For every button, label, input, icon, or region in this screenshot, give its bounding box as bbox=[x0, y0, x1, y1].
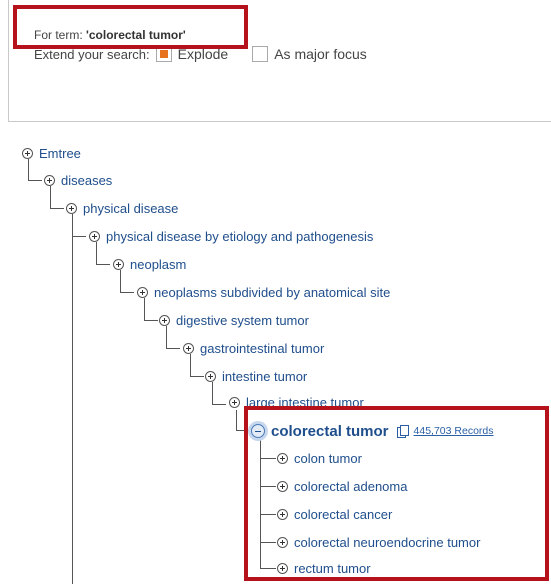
tree-node-label[interactable]: large intestine tumor bbox=[246, 395, 364, 410]
tree-child-node[interactable]: colorectal adenoma bbox=[277, 477, 407, 495]
extend-search-row: Extend your search: Explode As major foc… bbox=[34, 46, 385, 62]
major-focus-checkbox[interactable] bbox=[252, 46, 269, 62]
tree-node-label[interactable]: digestive system tumor bbox=[176, 313, 309, 328]
tree-node-label[interactable]: intestine tumor bbox=[222, 369, 307, 384]
tree-node-label[interactable]: colorectal adenoma bbox=[294, 479, 407, 494]
tree-node-label[interactable]: neoplasms subdivided by anatomical site bbox=[154, 285, 390, 300]
current-term-label[interactable]: colorectal tumor bbox=[271, 423, 389, 440]
plus-circle-icon[interactable] bbox=[66, 202, 77, 214]
tree-node-large-intestine-tumor[interactable]: large intestine tumor bbox=[229, 393, 364, 411]
term-prefix: For term: bbox=[34, 28, 87, 42]
explode-checkbox[interactable] bbox=[155, 46, 172, 62]
tree-node-label[interactable]: Emtree bbox=[39, 146, 81, 161]
major-focus-label[interactable]: As major focus bbox=[274, 46, 367, 62]
tree-node-label[interactable]: neoplasm bbox=[130, 257, 186, 272]
minus-circle-icon[interactable] bbox=[251, 424, 265, 438]
plus-circle-icon[interactable] bbox=[137, 286, 148, 298]
extend-search-label: Extend your search: bbox=[34, 46, 150, 62]
tree-node-label[interactable]: colorectal neuroendocrine tumor bbox=[294, 535, 480, 550]
tree-child-node[interactable]: colon tumor bbox=[277, 449, 362, 467]
plus-circle-icon[interactable] bbox=[205, 370, 216, 382]
tree-node-label[interactable]: rectum tumor bbox=[294, 561, 371, 576]
tree-node-emtree[interactable]: Emtree bbox=[22, 144, 81, 162]
search-options-panel: For term: 'colorectal tumor' Extend your… bbox=[8, 0, 551, 122]
plus-circle-icon[interactable] bbox=[277, 562, 288, 574]
tree-node-label[interactable]: diseases bbox=[61, 173, 112, 188]
tree-node-intestine-tumor[interactable]: intestine tumor bbox=[205, 367, 307, 385]
tree-node-label[interactable]: gastrointestinal tumor bbox=[200, 341, 324, 356]
tree-child-node[interactable]: colorectal neuroendocrine tumor bbox=[277, 533, 480, 551]
tree-node-neoplasm[interactable]: neoplasm bbox=[113, 255, 186, 273]
tree-node-gastrointestinal-tumor[interactable]: gastrointestinal tumor bbox=[183, 339, 324, 357]
tree-node-physical-disease[interactable]: physical disease bbox=[66, 199, 178, 217]
copy-icon[interactable] bbox=[396, 425, 409, 438]
tree-node-physical-disease-etiology[interactable]: physical disease by etiology and pathoge… bbox=[89, 227, 373, 245]
tree-node-digestive-system-tumor[interactable]: digestive system tumor bbox=[159, 311, 309, 329]
plus-circle-icon[interactable] bbox=[113, 258, 124, 270]
plus-circle-icon[interactable] bbox=[229, 396, 240, 408]
plus-circle-icon[interactable] bbox=[277, 536, 288, 548]
plus-circle-icon[interactable] bbox=[277, 480, 288, 492]
plus-circle-icon[interactable] bbox=[22, 147, 33, 159]
tree-node-label[interactable]: physical disease bbox=[83, 201, 178, 216]
plus-circle-icon[interactable] bbox=[44, 174, 55, 186]
explode-label[interactable]: Explode bbox=[178, 46, 229, 62]
tree-node-diseases[interactable]: diseases bbox=[44, 171, 112, 189]
tree-child-node[interactable]: colorectal cancer bbox=[277, 505, 392, 523]
tree-node-label[interactable]: physical disease by etiology and pathoge… bbox=[106, 229, 373, 244]
tree-node-neoplasms-anatomical-site[interactable]: neoplasms subdivided by anatomical site bbox=[137, 283, 390, 301]
plus-circle-icon[interactable] bbox=[277, 452, 288, 464]
plus-circle-icon[interactable] bbox=[277, 508, 288, 520]
plus-circle-icon[interactable] bbox=[159, 314, 170, 326]
search-term-line: For term: 'colorectal tumor' bbox=[34, 28, 186, 42]
tree-node-label[interactable]: colon tumor bbox=[294, 451, 362, 466]
plus-circle-icon[interactable] bbox=[183, 342, 194, 354]
tree-node-current: colorectal tumor 445,703 Records bbox=[251, 420, 494, 442]
plus-circle-icon[interactable] bbox=[89, 230, 100, 242]
tree-node-label[interactable]: colorectal cancer bbox=[294, 507, 392, 522]
term-value: 'colorectal tumor' bbox=[86, 28, 186, 42]
tree-child-node[interactable]: rectum tumor bbox=[277, 559, 371, 577]
records-link[interactable]: 445,703 Records bbox=[414, 425, 494, 437]
